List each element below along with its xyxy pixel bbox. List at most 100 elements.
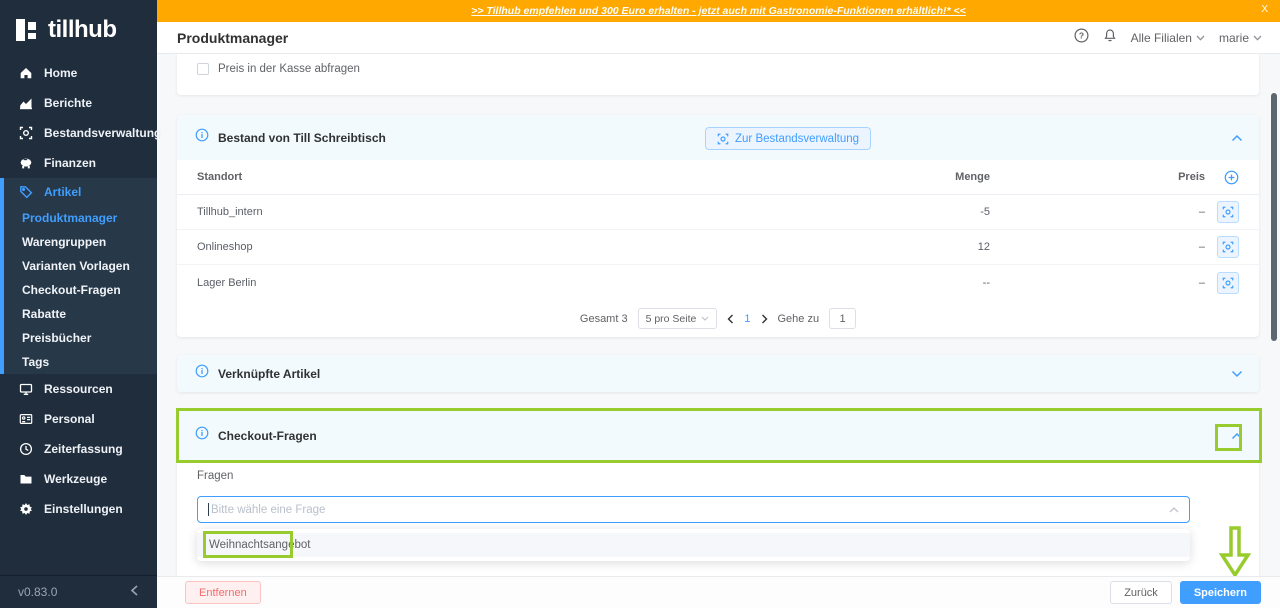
goto-page-input[interactable] bbox=[829, 308, 857, 329]
sidebar-group-artikel: Artikel Produktmanager Warengruppen Vari… bbox=[0, 178, 157, 374]
question-dropdown: Weihnachtsangebot bbox=[197, 529, 1190, 561]
svg-text:?: ? bbox=[1079, 30, 1084, 40]
help-icon[interactable]: ? bbox=[1074, 27, 1089, 48]
info-icon bbox=[195, 128, 209, 147]
banner-close-icon[interactable]: X bbox=[1261, 4, 1268, 15]
sidebar-subitem-rabatte[interactable]: Rabatte bbox=[4, 302, 157, 326]
sidebar-item-personal[interactable]: Personal bbox=[0, 404, 157, 434]
content-area: Preis in der Kasse abfragen Bestand von … bbox=[157, 54, 1280, 608]
sidebar-item-finanzen[interactable]: Finanzen bbox=[0, 148, 157, 178]
user-menu[interactable]: marie bbox=[1219, 31, 1262, 45]
add-stock-icon[interactable] bbox=[1205, 170, 1239, 185]
next-page-icon[interactable] bbox=[761, 314, 768, 324]
info-icon bbox=[195, 364, 209, 383]
branch-filter-dropdown[interactable]: Alle Filialen bbox=[1131, 31, 1205, 45]
tag-icon bbox=[18, 185, 33, 200]
chevron-down-icon bbox=[1196, 35, 1205, 41]
chevron-down-icon bbox=[701, 316, 709, 321]
checkout-questions-title: Checkout-Fragen bbox=[218, 428, 317, 443]
price-ask-checkbox-label: Preis in der Kasse abfragen bbox=[218, 63, 360, 75]
select-placeholder: Bitte wähle eine Frage bbox=[211, 503, 326, 516]
sidebar-item-einstellungen[interactable]: Einstellungen bbox=[0, 494, 157, 524]
sidebar-subitem-tags[interactable]: Tags bbox=[4, 350, 157, 374]
stock-section-header[interactable]: Bestand von Till Schreibtisch Zur Bestan… bbox=[177, 115, 1259, 160]
prev-page-icon[interactable] bbox=[727, 314, 734, 324]
chevron-down-icon bbox=[1253, 35, 1262, 41]
sidebar-subitem-checkout-fragen[interactable]: Checkout-Fragen bbox=[4, 278, 157, 302]
table-row[interactable]: Lager Berlin -- – bbox=[177, 265, 1259, 300]
price-settings-card: Preis in der Kasse abfragen bbox=[177, 54, 1259, 95]
save-button[interactable]: Speichern bbox=[1179, 581, 1261, 604]
chevron-up-icon bbox=[1169, 506, 1179, 512]
scan-icon bbox=[717, 133, 729, 144]
sidebar-item-bestandsverwaltung[interactable]: Bestandsverwaltung bbox=[0, 118, 161, 148]
scan-icon bbox=[1222, 206, 1234, 218]
app-version: v0.83.0 bbox=[18, 585, 58, 599]
sidebar-subitem-preisbuecher[interactable]: Preisbücher bbox=[4, 326, 157, 350]
topbar: Produktmanager ? Alle Filialen marie bbox=[157, 22, 1280, 54]
question-select[interactable]: Bitte wähle eine Frage bbox=[197, 496, 1190, 523]
scan-icon bbox=[18, 126, 33, 141]
row-scan-button[interactable] bbox=[1217, 201, 1239, 223]
sidebar: tillhub Home Berichte Bestandsverwaltung… bbox=[0, 0, 161, 608]
collapse-chevron-up-icon[interactable] bbox=[1231, 129, 1243, 147]
collapse-chevron-up-icon[interactable] bbox=[1231, 427, 1243, 445]
sidebar-item-artikel[interactable]: Artikel bbox=[4, 178, 157, 206]
table-row[interactable]: Tillhub_intern -5 – bbox=[177, 195, 1259, 230]
sidebar-subitem-varianten-vorlagen[interactable]: Varianten Vorlagen bbox=[4, 254, 157, 278]
user-name: marie bbox=[1218, 30, 1249, 45]
linked-articles-title: Verknüpfte Artikel bbox=[218, 366, 321, 381]
checkout-questions-header[interactable]: Checkout-Fragen bbox=[177, 410, 1259, 461]
page-size-select[interactable]: 5 pro Seite bbox=[637, 308, 718, 329]
pagination: Gesamt 3 5 pro Seite 1 Gehe zu bbox=[177, 300, 1259, 337]
delete-button[interactable]: Entfernen bbox=[185, 581, 261, 604]
goto-inventory-button[interactable]: Zur Bestandsverwaltung bbox=[705, 127, 872, 150]
row-scan-button[interactable] bbox=[1217, 236, 1239, 258]
sidebar-item-zeiterfassung[interactable]: Zeiterfassung bbox=[0, 434, 157, 464]
gear-icon bbox=[18, 502, 33, 517]
table-row[interactable]: Onlineshop 12 – bbox=[177, 230, 1259, 265]
text-cursor bbox=[208, 503, 209, 516]
promo-banner: >> Tillhub empfehlen und 300 Euro erhalt… bbox=[157, 0, 1280, 22]
sidebar-item-ressourcen[interactable]: Ressourcen bbox=[0, 374, 157, 404]
scan-icon bbox=[1222, 277, 1234, 288]
sidebar-item-werkzeuge[interactable]: Werkzeuge bbox=[0, 464, 157, 494]
page-title: Produktmanager bbox=[177, 29, 289, 46]
linked-articles-header[interactable]: Verknüpfte Artikel bbox=[177, 355, 1259, 392]
page-number[interactable]: 1 bbox=[744, 313, 750, 325]
vertical-scrollbar[interactable] bbox=[1271, 93, 1277, 341]
piggy-bank-icon bbox=[18, 156, 33, 171]
sidebar-item-berichte[interactable]: Berichte bbox=[0, 88, 157, 118]
sidebar-collapse-icon[interactable] bbox=[130, 585, 139, 599]
row-scan-button[interactable] bbox=[1217, 271, 1239, 294]
notifications-bell-icon[interactable] bbox=[1103, 28, 1117, 48]
home-icon bbox=[18, 66, 33, 81]
expand-chevron-down-icon[interactable] bbox=[1231, 365, 1243, 383]
promo-banner-link[interactable]: >> Tillhub empfehlen und 300 Euro erhalt… bbox=[471, 5, 966, 17]
app-window: tillhub Home Berichte Bestandsverwaltung… bbox=[0, 0, 1280, 608]
tillhub-logo[interactable]: tillhub bbox=[0, 0, 157, 56]
tillhub-logo-icon bbox=[16, 18, 40, 42]
info-icon bbox=[195, 426, 209, 445]
sidebar-nav: Home Berichte Bestandsverwaltung Finanze… bbox=[0, 58, 161, 524]
sidebar-item-home[interactable]: Home bbox=[0, 58, 157, 88]
dropdown-option[interactable]: Weihnachtsangebot bbox=[197, 533, 1190, 557]
linked-articles-card: Verknüpfte Artikel bbox=[177, 355, 1259, 392]
stock-section-title: Bestand von Till Schreibtisch bbox=[218, 130, 386, 145]
folder-icon bbox=[18, 472, 33, 487]
fragen-field-label: Fragen bbox=[197, 470, 234, 482]
id-card-icon bbox=[18, 412, 33, 427]
sidebar-subitem-produktmanager[interactable]: Produktmanager bbox=[4, 206, 157, 230]
stock-table-header: Standort Menge Preis bbox=[177, 160, 1259, 195]
back-button[interactable]: Zurück bbox=[1110, 581, 1172, 604]
sidebar-subitem-warengruppen[interactable]: Warengruppen bbox=[4, 230, 157, 254]
price-ask-checkbox[interactable] bbox=[197, 63, 209, 75]
clock-icon bbox=[18, 442, 33, 457]
stock-card: Bestand von Till Schreibtisch Zur Bestan… bbox=[177, 115, 1259, 337]
monitor-icon bbox=[18, 382, 33, 397]
chart-icon bbox=[18, 96, 33, 111]
sidebar-footer: v0.83.0 bbox=[0, 575, 157, 608]
action-footer: Entfernen Zurück Speichern bbox=[157, 576, 1280, 608]
tillhub-logo-text: tillhub bbox=[48, 16, 117, 43]
pagination-total: Gesamt 3 bbox=[579, 312, 628, 325]
